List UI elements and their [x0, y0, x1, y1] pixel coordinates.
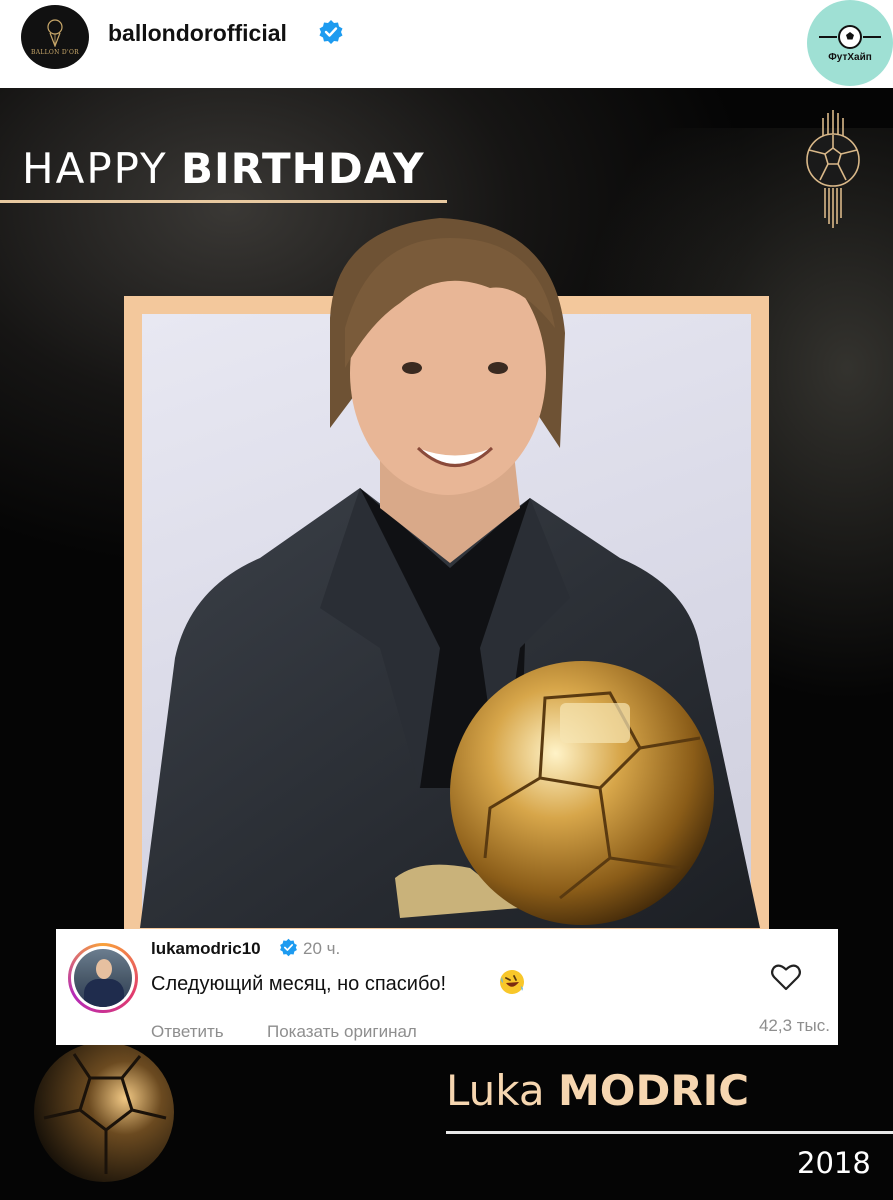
ballon-dor-logo-icon — [47, 18, 63, 47]
verified-badge-icon — [280, 938, 297, 957]
futhype-watermark: ФутХайп — [807, 0, 893, 86]
comment-like-count: 42,3 тыс. — [758, 1016, 830, 1035]
soccer-ball-icon — [838, 24, 862, 49]
show-original-button[interactable]: Показать оригинал — [267, 1022, 417, 1042]
verified-badge-icon — [319, 20, 343, 44]
comment-card: lukamodric10 20 ч. Следующий месяц, но с… — [56, 929, 838, 1045]
player-first-name: Luka — [446, 1066, 545, 1115]
golden-ball-icon — [34, 1042, 174, 1182]
reply-button[interactable]: Ответить — [151, 1022, 224, 1042]
rolling-on-floor-laughing-emoji-icon — [500, 970, 524, 994]
name-underline — [446, 1131, 893, 1134]
post-username[interactable]: ballondorofficial — [108, 20, 287, 47]
avatar-logo-text: BALLON D'OR — [31, 48, 79, 56]
comment-text: Следующий месяц, но спасибо! — [151, 973, 447, 995]
player-name: Luka MODRIC — [446, 1066, 749, 1115]
comment-timestamp: 20 ч. — [303, 939, 341, 958]
account-avatar[interactable]: BALLON D'OR — [21, 5, 89, 69]
post-header: BALLON D'OR ballondorofficial ФутХайп — [0, 0, 893, 88]
player-last-name: MODRIC — [557, 1066, 750, 1115]
comment-avatar[interactable] — [68, 943, 138, 1013]
watermark-label: ФутХайп — [828, 51, 872, 63]
comment-username[interactable]: lukamodric10 — [151, 939, 261, 959]
heart-icon[interactable] — [770, 962, 802, 992]
award-year: 2018 — [797, 1146, 871, 1180]
